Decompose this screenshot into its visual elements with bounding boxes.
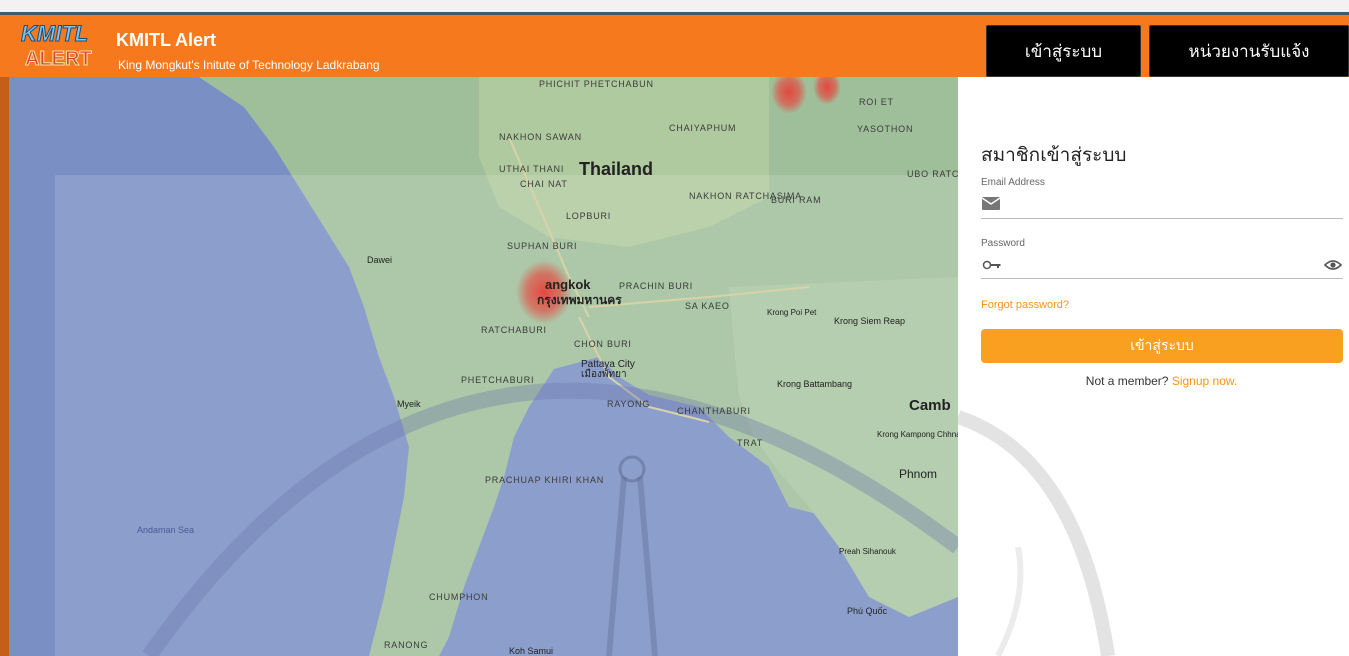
map-label: CHAI NAT [520,179,568,189]
map-svg[interactable]: PHICHIT PHETCHABUN NAKHON SAWAN CHAIYAPH… [9,77,958,656]
map-label: CHON BURI [574,339,632,349]
signup-line: Not a member? Signup now. [958,374,1349,388]
not-member-text: Not a member? [1085,374,1169,388]
map-label-city: Phnom [899,467,937,481]
map-label: LOPBURI [566,211,611,221]
heat-spot-bangkok [516,260,572,324]
app-subtitle: King Mongkut's Initute of Technology Lad… [118,58,380,72]
map-label-sea: Andaman Sea [137,525,194,535]
map-label: SUPHAN BURI [507,241,577,251]
login-title: สมาชิกเข้าสู่ระบบ [981,145,1127,166]
email-label: Email Address [981,177,1045,188]
login-panel: สมาชิกเข้าสู่ระบบ Email Address Password… [958,77,1349,656]
map-label-city: Preah Sihanouk [839,547,897,556]
map-label-city: Phú Quốc [847,606,888,616]
password-field[interactable] [1008,255,1318,275]
map-label: CHAIYAPHUM [669,123,736,133]
map-label: UTHAI THANI [499,164,564,174]
logo-text-bottom: ALERT [25,48,92,70]
app-title: KMITL Alert [116,30,217,50]
map-label-city: กรุงเทพมหานคร [537,293,622,308]
map-label: NAKHON SAWAN [499,132,582,142]
logo-text-top: KMITL [21,21,88,46]
eye-icon[interactable] [1324,259,1342,271]
map-label-city: angkok [545,277,591,292]
map-label: PHICHIT PHETCHABUN [539,79,654,89]
map-label-country: Thailand [579,159,653,179]
signup-link[interactable]: Signup now. [1172,374,1237,388]
map-label-city: Dawei [367,255,392,265]
map-label: CHANTHABURI [677,406,751,416]
map-label-city: Myeik [397,399,421,409]
map-label: UBO RATCHA [907,169,958,179]
map-label: RATCHABURI [481,325,547,335]
map-label-city: Krong Poi Pet [767,308,817,317]
map-label: PRACHIN BURI [619,281,693,291]
map-label-city: Koh Samui [509,646,553,656]
map-label: RANONG [384,640,428,650]
map-label-city: เมืองพัทยา [581,368,627,380]
map-label-city: Krong Siem Reap [834,316,905,326]
map-label: TRAT [737,438,763,448]
app-header: KMITL ALERT KMITL Alert King Mongkut's I… [0,12,1349,77]
map-container[interactable]: PHICHIT PHETCHABUN NAKHON SAWAN CHAIYAPH… [9,77,958,656]
map-label-city: Krong Battambang [777,379,852,389]
map-label: RAYONG [607,399,650,409]
email-underline [981,218,1343,219]
nav-login-button[interactable]: เข้าสู่ระบบ [986,25,1141,77]
map-label: CHUMPHON [429,592,488,602]
email-field[interactable] [1008,194,1318,214]
map-label-country: Camb [909,397,951,414]
map-label: PHETCHABURI [461,375,534,385]
top-strip [0,0,1349,12]
map-label: YASOTHON [857,124,913,134]
map-label: SA KAEO [685,301,730,311]
left-edge-strip [0,77,9,656]
map-label: BURI RAM [771,195,821,205]
envelope-icon [982,197,1000,210]
nav-agency-button[interactable]: หน่วยงานรับแจ้ง [1149,25,1349,77]
password-label: Password [981,238,1025,249]
map-label-city: Krong Kampong Chhnang [877,430,958,439]
key-icon [982,260,1001,270]
login-submit-button[interactable]: เข้าสู่ระบบ [981,329,1343,363]
forgot-password-link[interactable]: Forgot password? [981,299,1069,311]
kmitl-alert-logo: KMITL ALERT [21,21,93,71]
map-label: PRACHUAP KHIRI KHAN [485,475,604,485]
password-underline [981,278,1343,279]
map-label: ROI ET [859,97,894,107]
